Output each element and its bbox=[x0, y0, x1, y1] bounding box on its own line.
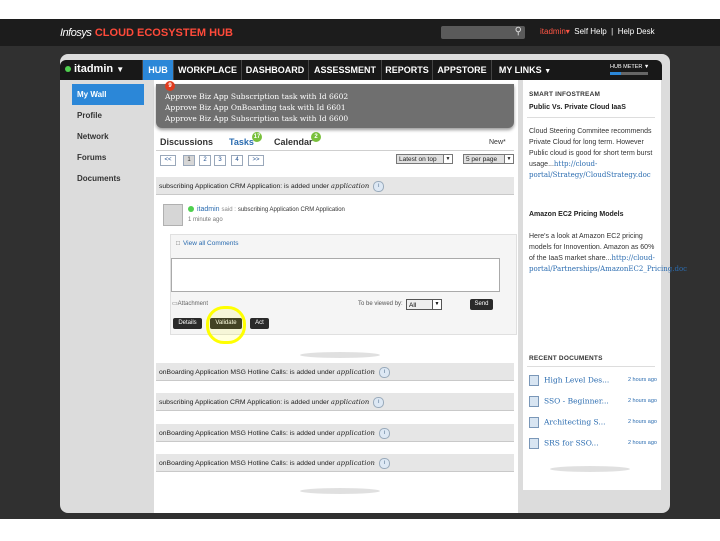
sort-select[interactable]: Latest on top ▼ bbox=[396, 154, 453, 164]
info-icon[interactable]: i bbox=[373, 396, 385, 408]
calendar-count-badge: 2 bbox=[311, 132, 321, 142]
feed-item[interactable]: onBoarding Application MSG Hotline Calls… bbox=[156, 363, 514, 381]
hub-meter-fill bbox=[610, 72, 622, 75]
tab-my-links[interactable]: MY LINKS ▼ bbox=[491, 60, 558, 80]
details-button[interactable]: Details bbox=[173, 318, 202, 329]
chevron-down-icon[interactable]: ▾ bbox=[566, 27, 570, 36]
article-body: Cloud Steering Commitee recommends Priva… bbox=[529, 128, 653, 179]
search-icon[interactable]: ⚲ bbox=[515, 26, 522, 37]
chevron-down-icon: ▼ bbox=[504, 155, 513, 163]
feed-item[interactable]: onBoarding Application MSG Hotline Calls… bbox=[156, 424, 514, 442]
tasks-notification-badge: 9 bbox=[165, 81, 175, 91]
info-icon[interactable]: i bbox=[378, 427, 390, 439]
task-item[interactable]: Approve Biz App Subscription task with I… bbox=[165, 92, 348, 101]
divider bbox=[527, 117, 655, 118]
info-icon[interactable]: i bbox=[373, 180, 385, 192]
attachment-link[interactable]: ▭Attachment bbox=[172, 300, 208, 307]
comment-icon: □ bbox=[176, 240, 180, 247]
comment-textarea[interactable] bbox=[171, 258, 500, 292]
recent-document-item[interactable]: SRS for SSO... 2 hours ago bbox=[529, 438, 657, 452]
article-title[interactable]: Public Vs. Private Cloud IaaS bbox=[529, 104, 626, 111]
view-all-comments-link[interactable]: □ View all Comments bbox=[176, 240, 238, 247]
header-links: itadmin▾ Self Help | Help Desk bbox=[540, 27, 655, 36]
pager-page-2[interactable]: 2 bbox=[199, 155, 211, 166]
sidebar: My Wall Profile Network Forums Documents bbox=[72, 84, 144, 189]
tab-reports[interactable]: REPORTS bbox=[381, 60, 432, 80]
feed-item[interactable]: subscribing Application CRM Application:… bbox=[156, 177, 514, 195]
nav-user-menu[interactable]: itadmin ▼ bbox=[65, 63, 124, 75]
tab-discussions[interactable]: Discussions bbox=[160, 137, 213, 147]
tab-calendar[interactable]: Calendar bbox=[274, 137, 313, 147]
document-icon bbox=[529, 375, 539, 386]
chevron-down-icon: ▼ bbox=[432, 300, 441, 309]
article-body: Here's a look at Amazon EC2 pricing mode… bbox=[529, 233, 688, 273]
feed-item[interactable]: onBoarding Application MSG Hotline Calls… bbox=[156, 454, 514, 472]
sidebar-item-my-wall[interactable]: My Wall bbox=[72, 84, 144, 105]
act-button[interactable]: Act bbox=[250, 318, 269, 329]
divider bbox=[300, 488, 380, 494]
task-item[interactable]: Approve Biz App Subscription task with I… bbox=[165, 114, 348, 123]
tab-tasks[interactable]: Tasks bbox=[229, 137, 254, 147]
user-menu-link[interactable]: itadmin bbox=[540, 27, 566, 36]
pager-page-4[interactable]: 4 bbox=[231, 155, 243, 166]
chevron-down-icon: ▼ bbox=[116, 65, 125, 74]
tasks-dropdown: Approve Biz App Subscription task with I… bbox=[156, 84, 514, 128]
sidebar-item-documents[interactable]: Documents bbox=[72, 168, 144, 189]
info-icon[interactable]: i bbox=[378, 366, 390, 378]
divider bbox=[550, 466, 630, 472]
highlight-circle bbox=[206, 306, 246, 344]
pager-next-button[interactable]: >> bbox=[248, 155, 264, 166]
divider bbox=[527, 366, 655, 367]
post-author-link[interactable]: itadmin bbox=[197, 206, 220, 213]
document-icon bbox=[529, 396, 539, 407]
hub-meter[interactable]: HUB METER ▼ bbox=[610, 64, 656, 76]
brand-logo[interactable]: Infosys CLOUD ECOSYSTEM HUB bbox=[60, 26, 233, 39]
sidebar-item-network[interactable]: Network bbox=[72, 126, 144, 147]
chevron-down-icon: ▼ bbox=[443, 155, 452, 163]
pager-page-3[interactable]: 3 bbox=[214, 155, 226, 166]
post-header: itadmin said : subscribing Application C… bbox=[188, 206, 345, 213]
article-title[interactable]: Amazon EC2 Pricing Models bbox=[529, 211, 624, 218]
online-status-icon bbox=[65, 66, 71, 73]
feed-item[interactable]: subscribing Application CRM Application:… bbox=[156, 393, 514, 411]
info-icon[interactable]: i bbox=[378, 457, 390, 469]
tab-workplace[interactable]: WORKPLACE bbox=[173, 60, 241, 80]
visibility-select[interactable]: All ▼ bbox=[406, 299, 442, 310]
sidebar-item-forums[interactable]: Forums bbox=[72, 147, 144, 168]
post-time: 1 minute ago bbox=[188, 217, 223, 223]
chevron-down-icon: ▼ bbox=[643, 64, 650, 70]
sidebar-item-profile[interactable]: Profile bbox=[72, 105, 144, 126]
recent-document-item[interactable]: High Level Des... 2 hours ago bbox=[529, 375, 657, 389]
recent-documents-heading: RECENT DOCUMENTS bbox=[529, 355, 603, 362]
hub-meter-bar bbox=[610, 72, 648, 75]
main-nav: itadmin ▼ HUB WORKPLACE DASHBOARD ASSESS… bbox=[60, 60, 662, 80]
global-search-input[interactable]: ⚲ bbox=[441, 26, 525, 39]
top-bar: Infosys CLOUD ECOSYSTEM HUB ⚲ itadmin▾ S… bbox=[0, 19, 720, 46]
tab-dashboard[interactable]: DASHBOARD bbox=[241, 60, 308, 80]
document-icon bbox=[529, 438, 539, 449]
recent-document-item[interactable]: Architecting S... 2 hours ago bbox=[529, 417, 657, 431]
pager-page-1[interactable]: 1 bbox=[183, 155, 195, 166]
avatar bbox=[163, 204, 183, 226]
divider bbox=[156, 150, 514, 151]
smart-infostream-heading: SMART INFOSTREAM bbox=[529, 91, 601, 98]
visibility-label: To be viewed by: bbox=[358, 301, 403, 307]
divider bbox=[300, 352, 380, 358]
tab-appstore[interactable]: APPSTORE bbox=[432, 60, 491, 80]
tab-hub[interactable]: HUB bbox=[142, 60, 173, 80]
recent-document-item[interactable]: SSO - Beginner... 2 hours ago bbox=[529, 396, 657, 410]
self-help-link[interactable]: Self Help bbox=[574, 27, 606, 36]
tab-assessment[interactable]: ASSESSMENT bbox=[308, 60, 381, 80]
tasks-count-badge: 17 bbox=[252, 132, 262, 142]
per-page-select[interactable]: 5 per page ▼ bbox=[463, 154, 514, 164]
send-button[interactable]: Send bbox=[470, 299, 493, 310]
pager-prev-button[interactable]: << bbox=[160, 155, 176, 166]
task-item[interactable]: Approve Biz App OnBoarding task with Id … bbox=[165, 103, 346, 112]
chevron-down-icon: ▼ bbox=[544, 68, 552, 75]
document-icon bbox=[529, 417, 539, 428]
online-status-icon bbox=[188, 206, 194, 213]
new-post-link[interactable]: New* bbox=[489, 139, 506, 146]
help-desk-link[interactable]: Help Desk bbox=[618, 27, 655, 36]
